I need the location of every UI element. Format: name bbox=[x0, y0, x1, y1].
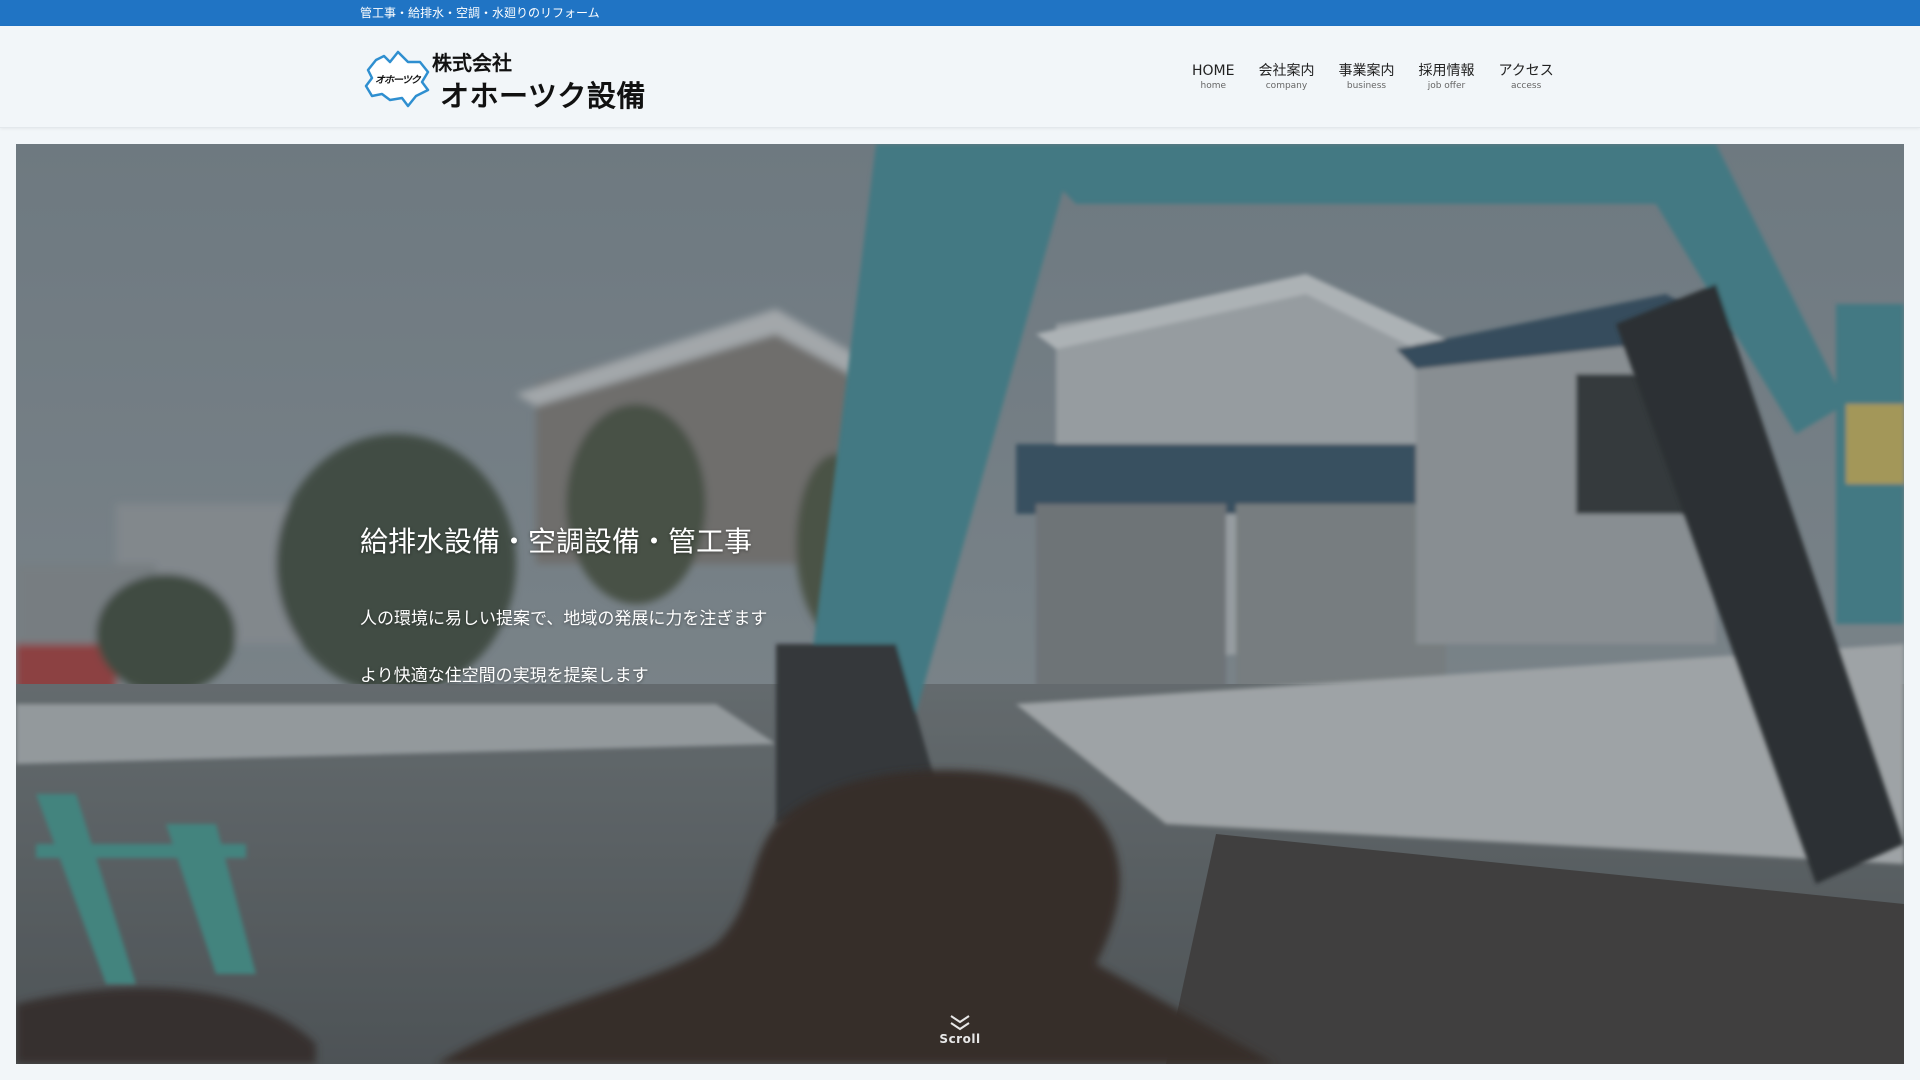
nav-label: アクセス bbox=[1498, 63, 1554, 79]
nav-item-business[interactable]: 事業案内 business bbox=[1326, 62, 1406, 102]
nav-sub-label: home bbox=[1200, 81, 1226, 91]
main-nav: HOME home 会社案内 company 事業案内 business 採用情… bbox=[1180, 62, 1566, 102]
nav-sub-label: company bbox=[1265, 81, 1308, 91]
nav-item-access[interactable]: アクセス access bbox=[1486, 62, 1565, 102]
logo-company-name: オホーツク設備 bbox=[440, 79, 646, 113]
nav-label: 会社案内 bbox=[1258, 63, 1315, 79]
logo-mark-text: オホーツク bbox=[375, 75, 421, 86]
top-bar: 管工事・給排水・空調・水廻りのリフォーム bbox=[0, 0, 1920, 26]
hero-section: 給排水設備・空調設備・管工事 人の環境に易しい提案で、地域の発展に力を注ぎます … bbox=[16, 144, 1904, 1064]
nav-item-home[interactable]: HOME home bbox=[1180, 62, 1246, 102]
hero-tagline-1: 人の環境に易しい提案で、地域の発展に力を注ぎます bbox=[360, 609, 768, 629]
hero-title: 給排水設備・空調設備・管工事 bbox=[360, 525, 753, 558]
site-tagline: 管工事・給排水・空調・水廻りのリフォーム bbox=[360, 6, 600, 20]
scroll-label: Scroll bbox=[939, 1032, 981, 1046]
nav-label: 採用情報 bbox=[1418, 63, 1475, 79]
hero-overlay bbox=[16, 144, 1904, 1064]
nav-item-company[interactable]: 会社案内 company bbox=[1246, 62, 1326, 102]
logo-company-type: 株式会社 bbox=[432, 51, 512, 75]
nav-sub-label: access bbox=[1510, 81, 1542, 91]
hero-tagline-2: より快適な住空間の実現を提案します bbox=[360, 666, 649, 686]
nav-sub-label: business bbox=[1346, 81, 1387, 91]
site-logo[interactable]: オホーツク 株式会社 オホーツク設備 bbox=[362, 46, 662, 113]
nav-label: 事業案内 bbox=[1338, 63, 1395, 79]
double-chevron-down-icon bbox=[950, 1015, 970, 1031]
scroll-indicator[interactable]: Scroll bbox=[934, 1014, 986, 1046]
nav-sub-label: job offer bbox=[1427, 81, 1466, 91]
nav-item-job-offer[interactable]: 採用情報 job offer bbox=[1406, 62, 1486, 102]
site-header: オホーツク 株式会社 オホーツク設備 HOME home 会社案内 compan… bbox=[0, 26, 1920, 128]
nav-label: HOME bbox=[1192, 63, 1235, 79]
